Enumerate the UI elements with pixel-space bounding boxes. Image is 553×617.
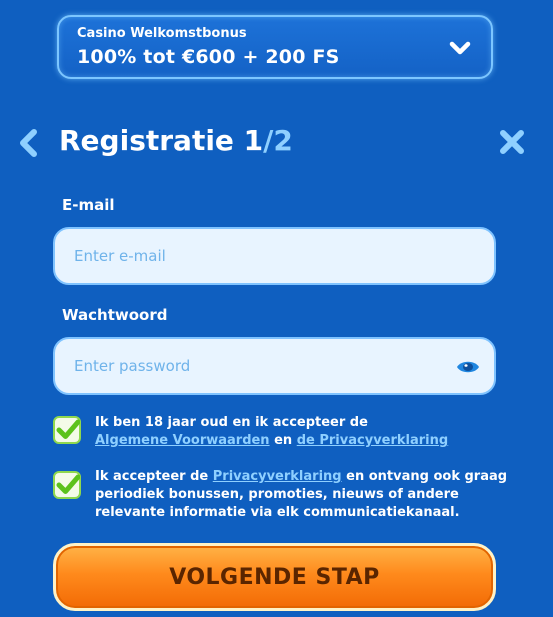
age-terms-text-middle: en (274, 433, 293, 448)
privacy-link[interactable]: de Privacyverklaring (297, 433, 448, 448)
email-field-wrapper (53, 227, 496, 285)
chevron-down-icon[interactable] (449, 37, 471, 59)
bonus-label: Casino Welkomstbonus (77, 26, 247, 41)
marketing-text-before: Ik accepteer de (95, 469, 209, 484)
age-terms-text-before: Ik ben 18 jaar oud en ik accepteer de (95, 415, 368, 430)
age-terms-text: Ik ben 18 jaar oud en ik accepteer de Al… (95, 414, 515, 450)
title-text: Registratie (59, 124, 234, 157)
marketing-consent-text: Ik accepteer de Privacyverklaring en ont… (95, 468, 515, 522)
terms-link[interactable]: Algemene Voorwaarden (95, 433, 270, 448)
eye-icon[interactable] (456, 357, 480, 377)
marketing-consent-checkbox[interactable] (53, 471, 81, 499)
bonus-offer: 100% tot €600 + 200 FS (77, 46, 340, 68)
page-title: Registratie 1/2 (59, 124, 293, 157)
password-label: Wachtwoord (62, 306, 168, 324)
email-label: E-mail (62, 196, 115, 214)
privacy-statement-link[interactable]: Privacyverklaring (213, 469, 342, 484)
email-field[interactable] (55, 229, 494, 283)
password-field-wrapper (53, 337, 496, 395)
back-arrow-icon[interactable] (16, 128, 42, 158)
next-step-button[interactable]: VOLGENDE STAP (53, 543, 496, 611)
welcome-bonus-dropdown[interactable]: Casino Welkomstbonus 100% tot €600 + 200… (57, 15, 493, 79)
checkmark-icon (56, 419, 80, 439)
step-separator: / (263, 124, 274, 157)
close-icon[interactable] (497, 127, 527, 157)
checkmark-icon (56, 474, 80, 494)
age-terms-checkbox[interactable] (53, 416, 81, 444)
step-current: 1 (243, 124, 264, 157)
step-total: 2 (273, 124, 293, 157)
password-field[interactable] (55, 339, 494, 393)
